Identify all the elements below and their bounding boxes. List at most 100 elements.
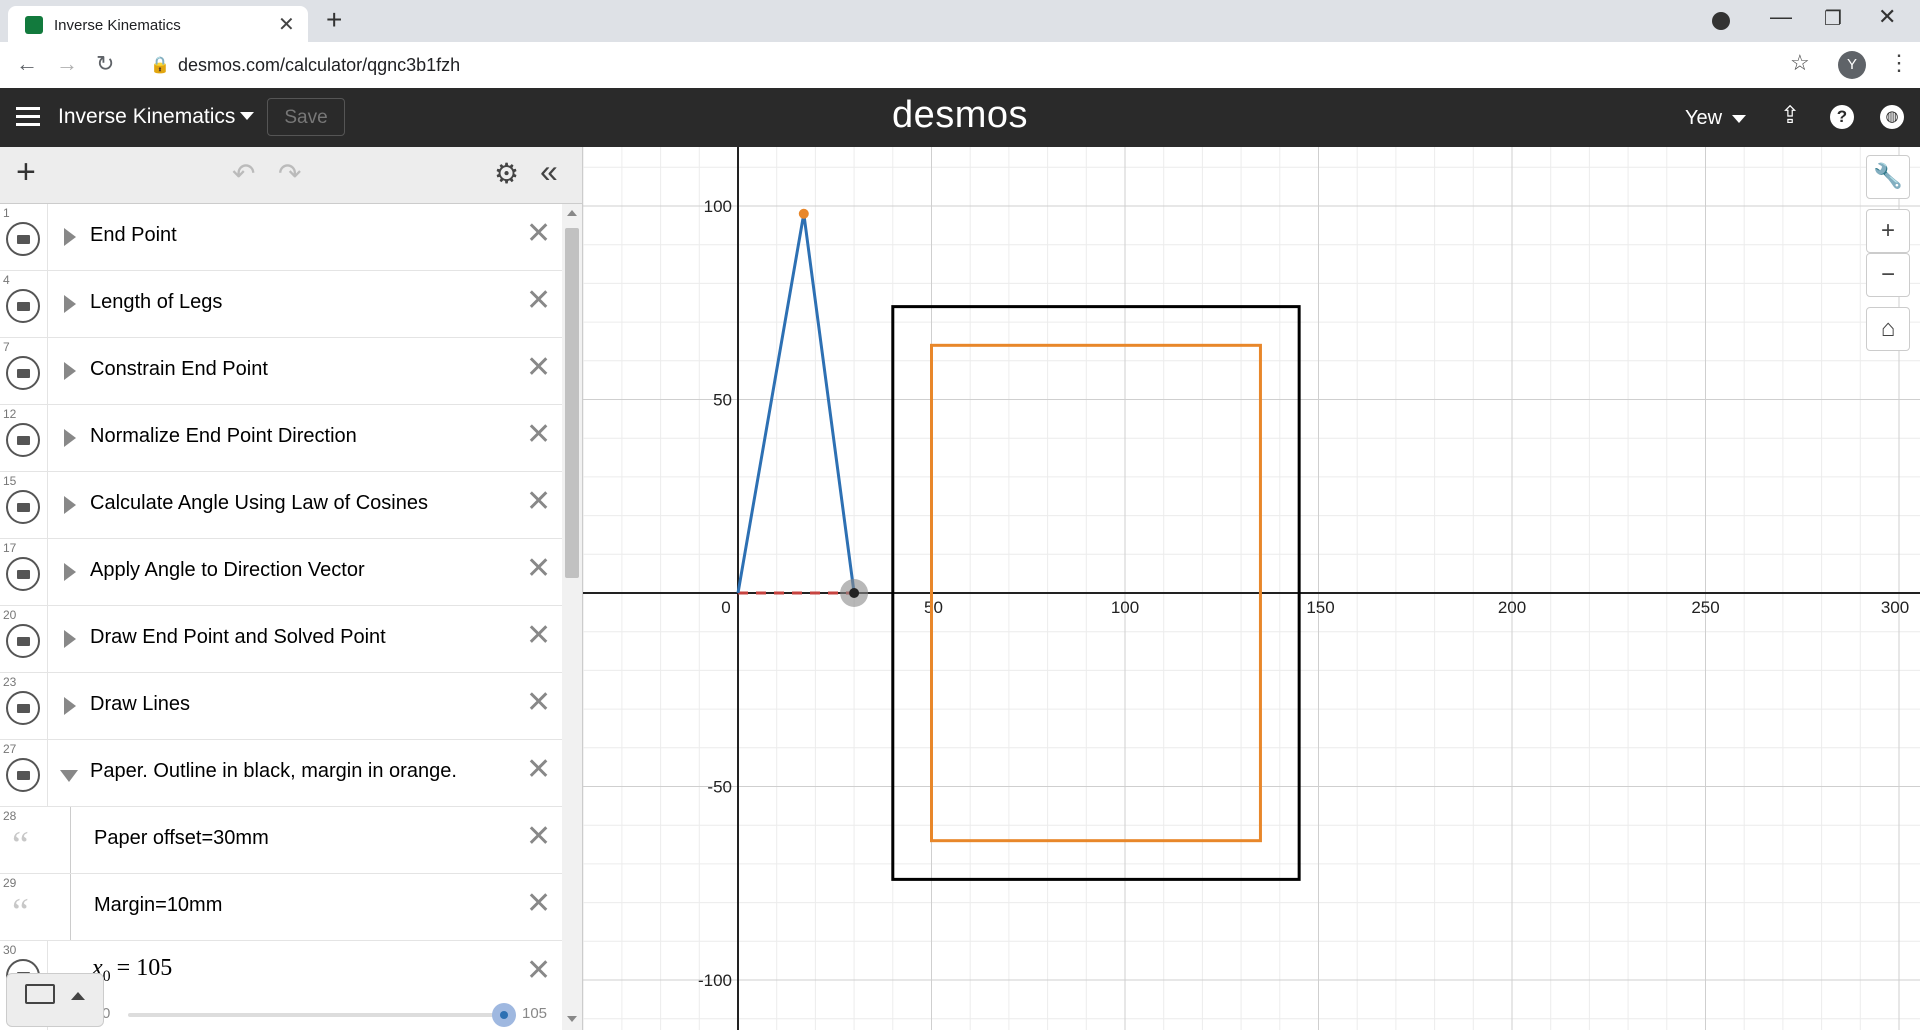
address-bar: ← → ↻ 🔒 desmos.com/calculator/qgnc3b1fzh… <box>0 42 1920 89</box>
close-tab-icon[interactable]: ✕ <box>278 12 295 37</box>
folder-title[interactable]: End Point <box>90 224 177 247</box>
note-row[interactable]: 28 “ Paper offset=30mm ✕ <box>0 807 562 874</box>
profile-avatar[interactable]: Y <box>1838 51 1866 79</box>
folder-title[interactable]: Length of Legs <box>90 291 222 314</box>
help-icon[interactable]: ? <box>1830 105 1854 129</box>
redo-icon[interactable]: ↷ <box>278 157 301 190</box>
folder-title[interactable]: Apply Angle to Direction Vector <box>90 559 365 582</box>
gear-icon[interactable]: ⚙ <box>494 157 519 190</box>
double-chevron-left-icon[interactable]: « <box>540 153 558 190</box>
globe-icon[interactable]: ◍ <box>1880 105 1904 129</box>
folder-icon[interactable] <box>6 222 40 256</box>
caret-right-icon[interactable] <box>64 362 76 380</box>
folder-icon[interactable] <box>6 289 40 323</box>
folder-icon[interactable] <box>6 557 40 591</box>
delete-icon[interactable]: ✕ <box>526 484 551 519</box>
delete-icon[interactable]: ✕ <box>526 350 551 385</box>
user-name[interactable]: Yew <box>1685 107 1722 130</box>
zoom-in-button[interactable]: + <box>1866 209 1910 253</box>
caret-right-icon[interactable] <box>64 496 76 514</box>
scroll-up-icon[interactable] <box>567 210 577 216</box>
new-tab-button[interactable]: + <box>326 4 342 36</box>
delete-icon[interactable]: ✕ <box>526 752 551 787</box>
delete-icon[interactable]: ✕ <box>526 886 551 921</box>
folder-icon[interactable] <box>6 624 40 658</box>
folder-row[interactable]: 27 Paper. Outline in black, margin in ora… <box>0 740 562 807</box>
url-text: desmos.com/calculator/qgnc3b1fzh <box>178 55 461 75</box>
delete-icon[interactable]: ✕ <box>526 819 551 854</box>
note-text[interactable]: Margin=10mm <box>94 894 222 917</box>
restore-icon[interactable]: ❐ <box>1824 6 1842 31</box>
tab-search-icon[interactable] <box>1712 12 1730 30</box>
folder-title[interactable]: Normalize End Point Direction <box>90 425 357 448</box>
caret-down-icon[interactable] <box>60 770 78 782</box>
folder-title[interactable]: Calculate Angle Using Law of Cosines <box>90 492 428 515</box>
folder-row[interactable]: 20 Draw End Point and Solved Point ✕ <box>0 606 562 673</box>
caret-right-icon[interactable] <box>64 563 76 581</box>
caret-right-icon[interactable] <box>64 697 76 715</box>
caret-right-icon[interactable] <box>64 295 76 313</box>
back-icon[interactable]: ← <box>16 51 38 77</box>
plus-icon[interactable]: + <box>16 153 36 192</box>
close-window-icon[interactable]: ✕ <box>1878 4 1896 30</box>
graph-paper[interactable]: 50 100 150 200 250 300 100 50 -50 -100 0 🔧 + − ⌂ <box>583 147 1920 1030</box>
user-dropdown-icon[interactable] <box>1732 115 1746 123</box>
caret-right-icon[interactable] <box>64 228 76 246</box>
folder-row[interactable]: 12 Normalize End Point Direction ✕ <box>0 405 562 472</box>
math-expression[interactable]: x0 = 105 <box>92 955 172 986</box>
delete-icon[interactable]: ✕ <box>526 953 551 988</box>
graph-title[interactable]: Inverse Kinematics <box>58 105 235 129</box>
slider-track[interactable] <box>128 1013 504 1017</box>
delete-icon[interactable]: ✕ <box>526 685 551 720</box>
folder-title[interactable]: Draw End Point and Solved Point <box>90 626 386 649</box>
slider-max[interactable]: 105 <box>522 1005 547 1022</box>
undo-icon[interactable]: ↶ <box>232 157 255 190</box>
folder-icon[interactable] <box>6 758 40 792</box>
folder-title[interactable]: Draw Lines <box>90 693 190 716</box>
delete-icon[interactable]: ✕ <box>526 417 551 452</box>
title-dropdown-icon[interactable] <box>240 112 254 120</box>
delete-icon[interactable]: ✕ <box>526 618 551 653</box>
scroll-down-icon[interactable] <box>567 1016 577 1022</box>
keyboard-toggle-button[interactable] <box>6 973 104 1027</box>
share-icon[interactable]: ⇪ <box>1780 101 1800 130</box>
bookmark-star-icon[interactable]: ☆ <box>1790 50 1810 76</box>
delete-icon[interactable]: ✕ <box>526 283 551 318</box>
folder-icon[interactable] <box>6 423 40 457</box>
delete-icon[interactable]: ✕ <box>526 216 551 251</box>
scrollbar-thumb[interactable] <box>565 228 579 578</box>
leg-lines <box>736 213 856 594</box>
wrench-icon[interactable]: 🔧 <box>1866 155 1910 199</box>
folder-row[interactable]: 23 Draw Lines ✕ <box>0 673 562 740</box>
scrollbar[interactable] <box>562 204 582 1030</box>
note-text[interactable]: Paper offset=30mm <box>94 827 269 850</box>
folder-icon[interactable] <box>6 490 40 524</box>
save-button[interactable]: Save <box>267 98 345 136</box>
folder-row[interactable]: 7 Constrain End Point ✕ <box>0 338 562 405</box>
graph-canvas[interactable]: 50 100 150 200 250 300 100 50 -50 -100 0 <box>583 147 1920 1030</box>
caret-right-icon[interactable] <box>64 630 76 648</box>
url-box[interactable]: 🔒 desmos.com/calculator/qgnc3b1fzh <box>136 47 1796 83</box>
browser-tab[interactable]: Inverse Kinematics ✕ <box>8 6 308 42</box>
folder-row[interactable]: 15 Calculate Angle Using Law of Cosines ✕ <box>0 472 562 539</box>
folder-row[interactable]: 1 End Point ✕ <box>0 204 562 271</box>
home-icon[interactable]: ⌂ <box>1866 307 1910 351</box>
folder-icon[interactable] <box>6 356 40 390</box>
x-tick-label: 300 <box>1881 598 1909 617</box>
folder-title[interactable]: Paper. Outline in black, margin in orang… <box>90 760 457 783</box>
folder-icon[interactable] <box>6 691 40 725</box>
folder-row[interactable]: 4 Length of Legs ✕ <box>0 271 562 338</box>
y-tick-label: 100 <box>704 197 732 216</box>
minimize-icon[interactable]: — <box>1770 4 1792 30</box>
folder-title[interactable]: Constrain End Point <box>90 358 268 381</box>
caret-right-icon[interactable] <box>64 429 76 447</box>
browser-menu-icon[interactable]: ⋮ <box>1888 50 1910 76</box>
slider-handle[interactable] <box>492 1003 516 1027</box>
reload-icon[interactable]: ↻ <box>96 51 114 77</box>
note-row[interactable]: 29 “ Margin=10mm ✕ <box>0 874 562 941</box>
delete-icon[interactable]: ✕ <box>526 551 551 586</box>
folder-row[interactable]: 17 Apply Angle to Direction Vector ✕ <box>0 539 562 606</box>
zoom-out-button[interactable]: − <box>1866 253 1910 297</box>
hamburger-icon[interactable] <box>16 107 40 127</box>
forward-icon[interactable]: → <box>56 51 78 77</box>
